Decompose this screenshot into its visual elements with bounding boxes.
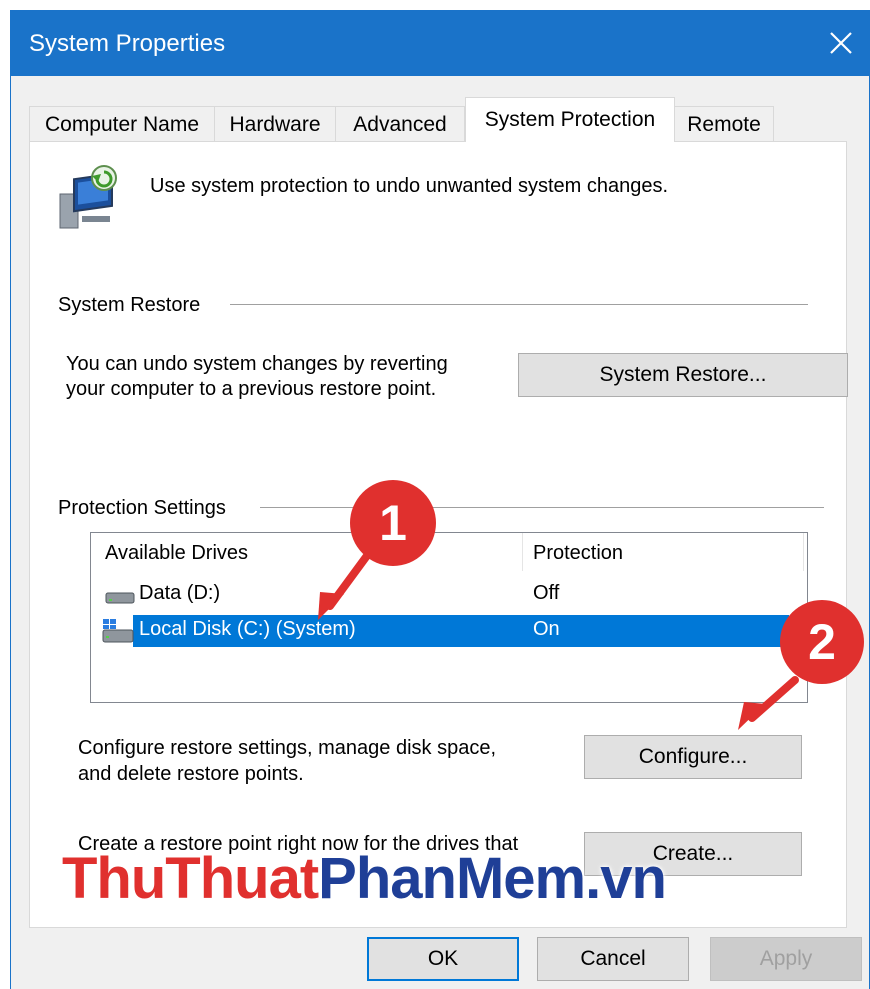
tab-label: System Protection bbox=[484, 108, 656, 131]
arrow-1-head bbox=[318, 592, 344, 620]
step-badge-1: 1 bbox=[350, 480, 436, 566]
arrow-2-head bbox=[738, 702, 765, 730]
annotation-arrows bbox=[318, 534, 799, 730]
step-badge-2: 2 bbox=[780, 600, 864, 684]
tab-system-protection[interactable]: System Protection bbox=[465, 97, 675, 142]
arrow-2-line bbox=[748, 676, 799, 722]
